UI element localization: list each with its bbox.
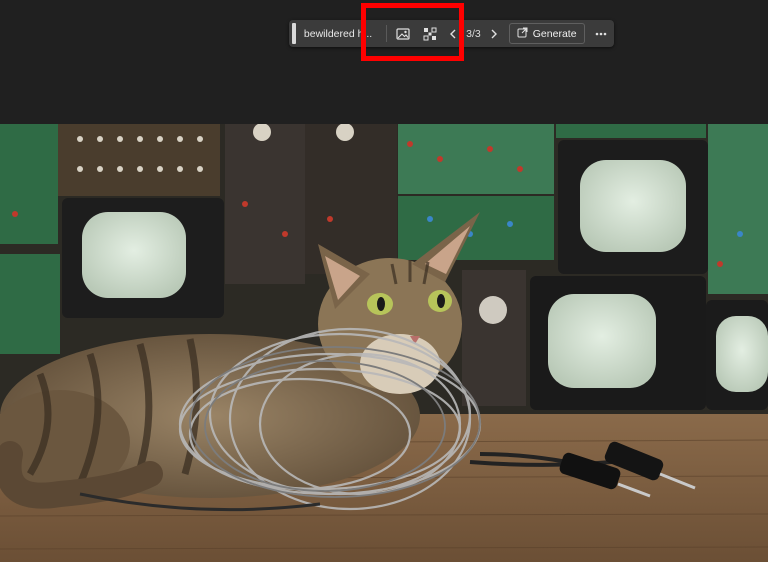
crt-monitor [530,276,706,410]
chevron-right-icon [490,29,498,39]
previous-button[interactable] [444,23,462,45]
generate-icon [517,27,528,41]
cat-image-illustration [0,124,768,562]
generated-image[interactable] [0,124,768,562]
next-button[interactable] [485,23,503,45]
top-dark-area [0,0,768,124]
image-icon [396,27,410,40]
divider [386,25,388,42]
drag-handle[interactable] [292,23,296,44]
circuit-panel [0,124,58,244]
crt-monitor [706,300,768,410]
chevron-left-icon [449,29,457,39]
crt-monitor [62,198,224,318]
variation-counter: 3/3 [466,27,481,40]
image-button[interactable] [391,23,414,45]
remove-background-icon [423,27,437,41]
floating-toolbar: bewildered h... 3/3 Generate [289,20,614,47]
generate-label: Generate [532,27,577,40]
more-options-button[interactable] [589,23,614,45]
remove-background-button[interactable] [419,23,442,45]
prompt-text[interactable]: bewildered h... [304,28,382,40]
crt-monitor [558,140,708,274]
more-icon [595,32,607,36]
generate-button[interactable]: Generate [508,23,585,44]
